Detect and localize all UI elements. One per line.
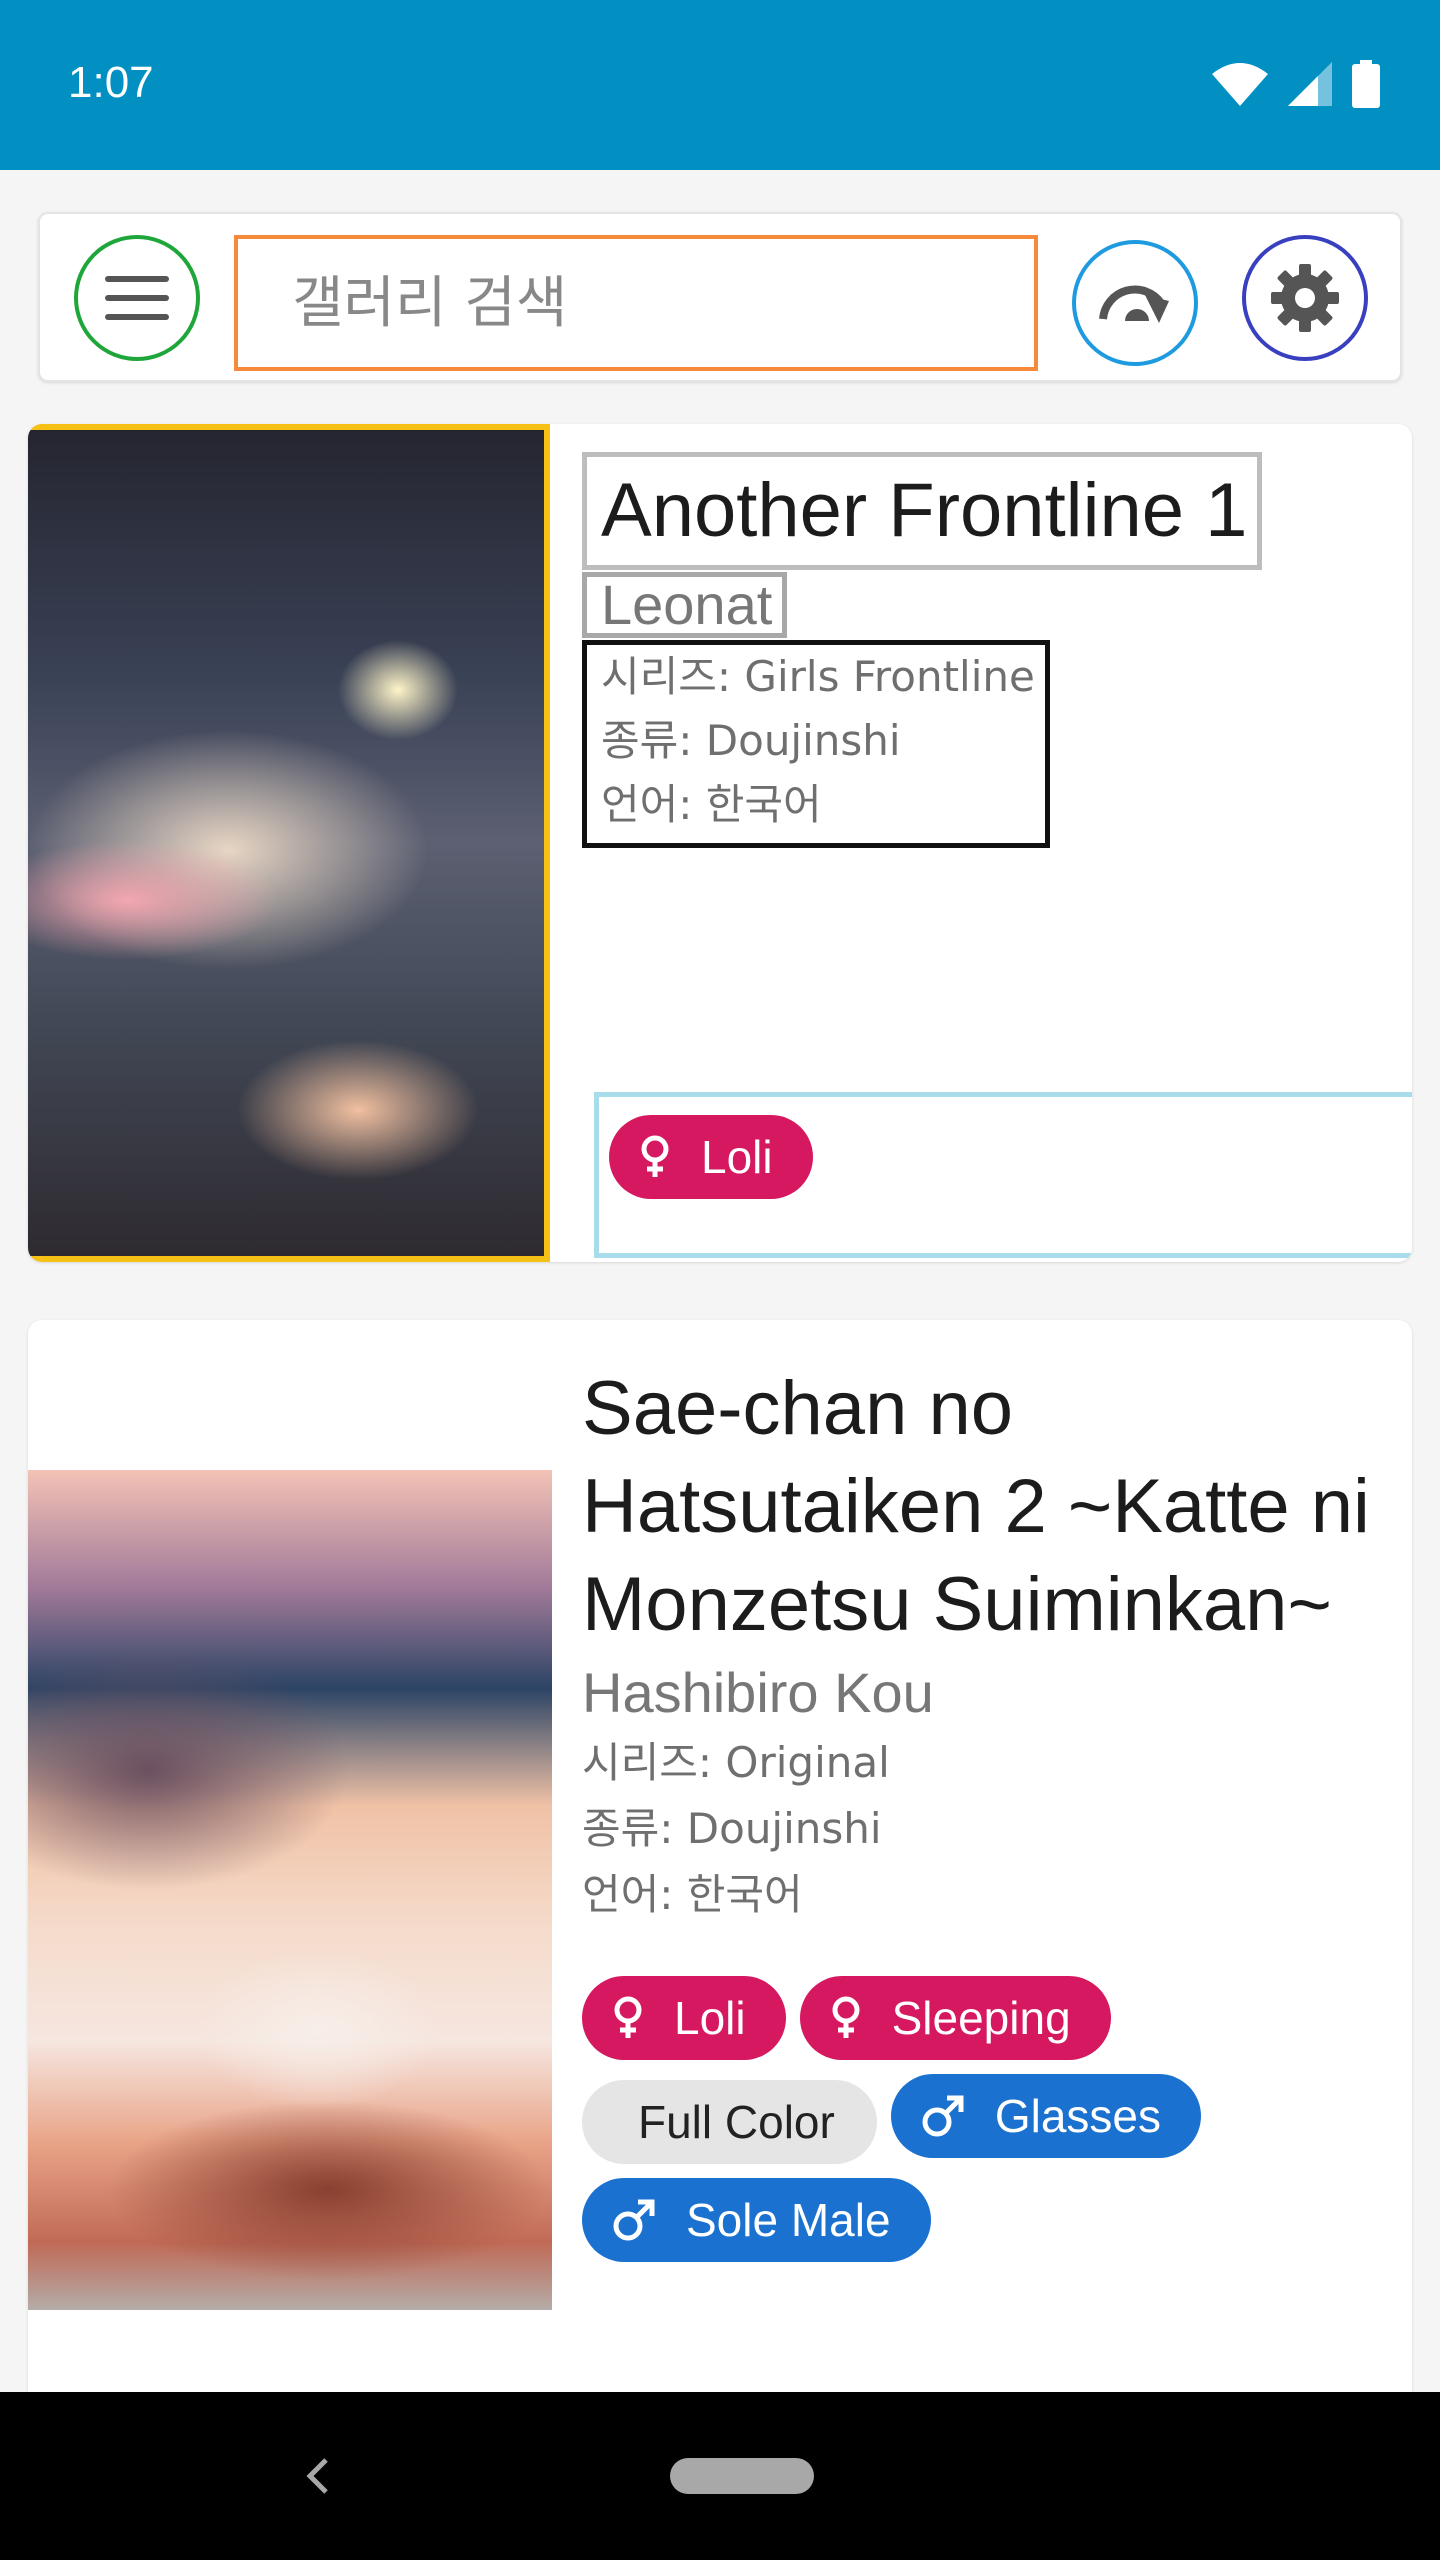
gallery-meta: 시리즈: Original 종류: Doujinshi 언어: 한국어: [582, 1730, 1382, 1928]
tag-chip[interactable]: Full Color: [582, 2080, 877, 2164]
search-input[interactable]: [234, 235, 1038, 371]
menu-button[interactable]: [74, 235, 200, 361]
tag-label: Sleeping: [891, 1992, 1071, 2044]
tag-chip[interactable]: Sole Male: [582, 2178, 931, 2262]
tag-chip[interactable]: Glasses: [890, 2074, 1201, 2158]
female-icon: [832, 1996, 860, 2038]
gallery-info: Sae-chan no Hatsutaiken 2 ~Katte ni Monz…: [582, 1360, 1382, 2276]
tag-label: Loli: [701, 1131, 773, 1183]
tag-label: Full Color: [638, 2096, 835, 2148]
redo-history-icon: [1099, 285, 1169, 323]
male-icon: [922, 2095, 964, 2137]
gallery-title: Another Frontline 1: [582, 452, 1263, 570]
gallery-type: 종류: Doujinshi: [582, 1804, 882, 1853]
tag-list: Loli: [594, 1092, 1412, 1258]
status-icons: [1212, 60, 1380, 108]
settings-button[interactable]: [1242, 235, 1368, 361]
gallery-title: Sae-chan no Hatsutaiken 2 ~Katte ni Monz…: [582, 1366, 1370, 1647]
tag-chip[interactable]: Loli: [582, 1976, 786, 2060]
male-icon: [613, 2199, 655, 2241]
gallery-thumbnail[interactable]: [28, 424, 550, 1262]
tag-label: Loli: [674, 1992, 746, 2044]
gallery-language: 언어: 한국어: [582, 1870, 803, 1919]
gallery-language: 언어: 한국어: [601, 780, 822, 829]
female-icon: [641, 1135, 669, 1177]
history-button[interactable]: [1072, 240, 1198, 366]
tag-chip[interactable]: Loli: [609, 1115, 813, 1199]
tag-label: Sole Male: [686, 2194, 891, 2246]
gallery-series: 시리즈: Original: [582, 1738, 890, 1787]
gallery-card[interactable]: Sae-chan no Hatsutaiken 2 ~Katte ni Monz…: [28, 1320, 1412, 2420]
gallery-artist[interactable]: Leonat: [582, 572, 788, 638]
status-bar: 1:07: [0, 0, 1440, 170]
gallery-meta: 시리즈: Girls Frontline 종류: Doujinshi 언어: 한…: [582, 640, 1050, 848]
status-time: 1:07: [68, 58, 154, 107]
gallery-info: Another Frontline 1 Leonat 시리즈: Girls Fr…: [582, 452, 1263, 848]
gallery-thumbnail[interactable]: [28, 1470, 552, 2310]
female-icon: [614, 1996, 642, 2038]
gallery-series: 시리즈: Girls Frontline: [601, 652, 1035, 701]
cellular-signal-icon: [1288, 62, 1332, 106]
gallery-artist[interactable]: Hashibiro Kou: [582, 1658, 1382, 1728]
home-button[interactable]: [670, 2458, 814, 2494]
battery-icon: [1352, 60, 1380, 108]
tag-chip[interactable]: Sleeping: [799, 1976, 1111, 2060]
tag-list: Loli Sleeping Full Color Glasses Sole Ma…: [582, 1976, 1372, 2276]
wifi-icon: [1212, 63, 1268, 106]
gear-icon: [1271, 264, 1339, 332]
search-bar: [38, 212, 1402, 382]
gallery-card[interactable]: Another Frontline 1 Leonat 시리즈: Girls Fr…: [28, 424, 1412, 1262]
tag-label: Glasses: [994, 2090, 1161, 2142]
back-icon[interactable]: [290, 2448, 346, 2504]
navigation-bar: [0, 2392, 1440, 2560]
hamburger-menu-icon: [105, 276, 169, 320]
gallery-type: 종류: Doujinshi: [601, 716, 901, 765]
